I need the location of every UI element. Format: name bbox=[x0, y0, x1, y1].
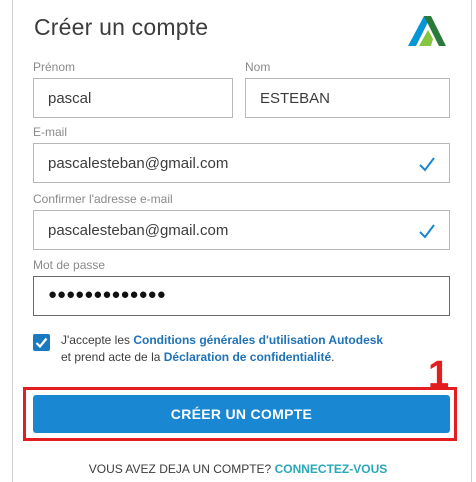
terms-text-3: . bbox=[331, 350, 335, 364]
email-confirm-value: pascalesteban@gmail.com bbox=[48, 222, 229, 239]
first-name-label: Prénom bbox=[33, 60, 76, 74]
first-name-field[interactable]: pascal bbox=[33, 78, 233, 118]
checkmark-icon bbox=[419, 157, 435, 172]
password-value: ●●●●●●●●●●●●● bbox=[48, 286, 166, 303]
terms-checkbox[interactable] bbox=[33, 334, 50, 351]
password-field[interactable]: ●●●●●●●●●●●●● bbox=[33, 276, 450, 316]
page-title: Créer un compte bbox=[34, 14, 209, 40]
login-prompt: VOUS AVEZ DEJA UN COMPTE? CONNECTEZ-VOUS bbox=[0, 462, 476, 476]
terms-text: J'accepte les Conditions générales d'uti… bbox=[61, 332, 461, 366]
create-account-button[interactable]: CRÉER UN COMPTE bbox=[33, 395, 450, 433]
login-prompt-text: VOUS AVEZ DEJA UN COMPTE? bbox=[88, 462, 275, 476]
last-name-value: ESTEBAN bbox=[260, 90, 331, 107]
terms-text-2: et prend acte de la bbox=[61, 350, 164, 364]
email-field[interactable]: pascalesteban@gmail.com bbox=[33, 143, 450, 183]
email-value: pascalesteban@gmail.com bbox=[48, 155, 229, 172]
terms-of-use-link[interactable]: Conditions générales d'utilisation Autod… bbox=[133, 333, 383, 347]
privacy-policy-link[interactable]: Déclaration de confidentialité bbox=[164, 350, 331, 364]
email-confirm-field[interactable]: pascalesteban@gmail.com bbox=[33, 210, 450, 250]
password-label: Mot de passe bbox=[33, 258, 106, 272]
checkmark-icon bbox=[35, 337, 48, 349]
autodesk-logo bbox=[408, 16, 446, 46]
email-confirm-label: Confirmer l'adresse e-mail bbox=[33, 192, 173, 206]
terms-text-1: J'accepte les bbox=[61, 333, 134, 347]
login-link[interactable]: CONNECTEZ-VOUS bbox=[275, 462, 388, 476]
last-name-field[interactable]: ESTEBAN bbox=[245, 78, 450, 118]
checkmark-icon bbox=[419, 224, 435, 239]
first-name-value: pascal bbox=[48, 90, 92, 107]
email-label: E-mail bbox=[33, 125, 68, 139]
last-name-label: Nom bbox=[245, 60, 271, 74]
